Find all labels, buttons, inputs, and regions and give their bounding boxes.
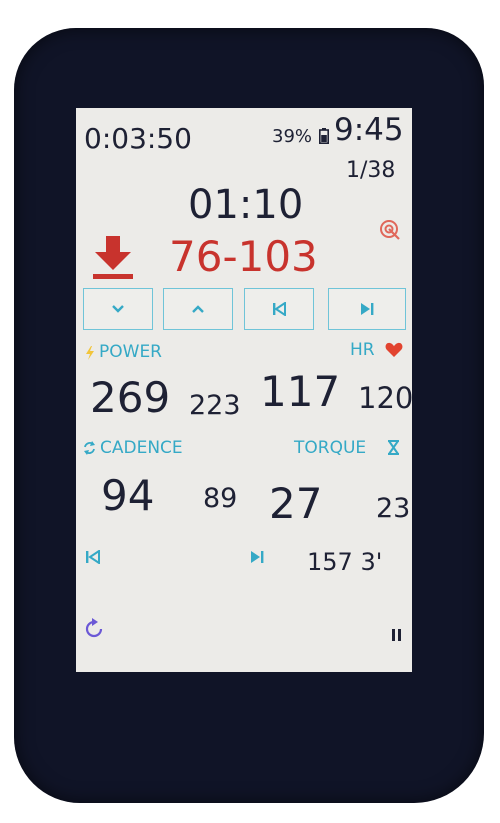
torque-average: 23 (376, 493, 411, 524)
target-power-range: 76-103 (169, 232, 318, 281)
skip-back-button[interactable] (244, 288, 314, 330)
hourglass-icon (388, 440, 399, 455)
interval-time-remaining: 01:10 (188, 182, 304, 228)
skip-back-icon[interactable] (85, 550, 101, 564)
heart-icon (385, 342, 403, 357)
cadence-average: 89 (203, 483, 238, 514)
download-arrow-icon (93, 236, 133, 279)
workout-step: 1/38 (346, 158, 396, 183)
cadence-label: CADENCE (100, 438, 183, 458)
pause-icon[interactable] (391, 628, 403, 642)
elapsed-time: 0:03:50 (84, 122, 192, 155)
lightning-icon (86, 346, 94, 360)
power-average: 223 (189, 390, 241, 421)
refresh-icon[interactable] (83, 618, 105, 640)
prev-down-button[interactable] (83, 288, 153, 330)
battery-icon (319, 128, 329, 144)
lap-value: 157 3' (307, 548, 383, 576)
power-current: 269 (90, 373, 171, 422)
next-up-button[interactable] (163, 288, 233, 330)
hr-label: HR (350, 340, 375, 360)
power-label: POWER (99, 342, 162, 362)
hr-current: 117 (260, 367, 341, 416)
cycle-icon (84, 441, 95, 455)
torque-label: TORQUE (294, 438, 367, 458)
skip-forward-icon[interactable] (249, 550, 265, 564)
torque-current: 27 (269, 479, 323, 528)
skip-back-icon (273, 302, 286, 316)
chevron-up-icon (192, 305, 204, 313)
chevron-down-icon (112, 305, 124, 313)
clock: 9:45 (334, 112, 404, 148)
target-icon[interactable] (378, 218, 402, 242)
skip-forward-button[interactable] (328, 288, 406, 330)
hr-average: 120 (358, 381, 412, 415)
battery-percent: 39% (272, 126, 313, 147)
cadence-current: 94 (101, 471, 155, 520)
device-screen: 0:03:50 39% 9:45 1/38 01:10 76-103 POWER… (76, 108, 412, 672)
skip-forward-icon (361, 303, 374, 315)
